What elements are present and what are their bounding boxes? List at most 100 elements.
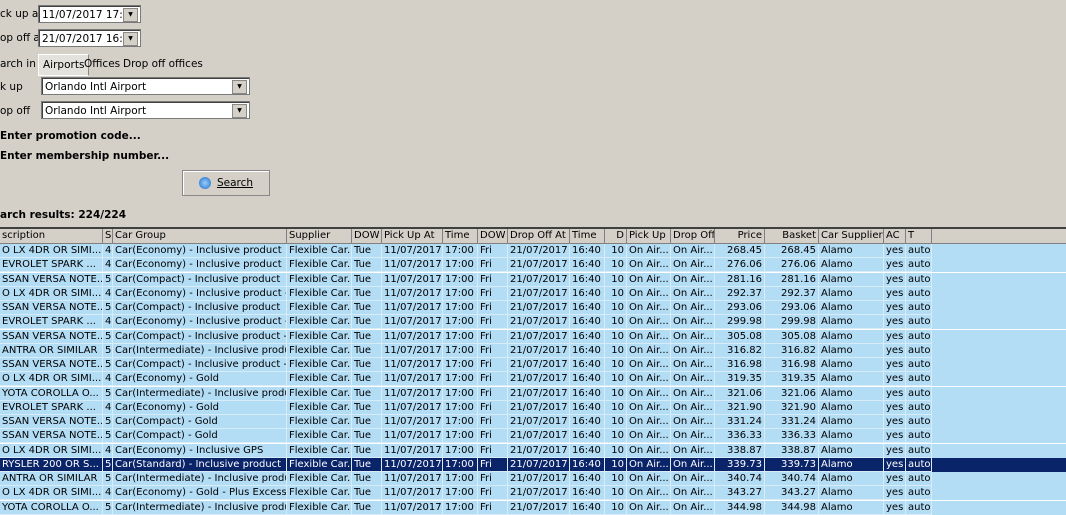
- column-header[interactable]: S: [103, 229, 113, 243]
- chevron-down-icon[interactable]: ▼: [123, 8, 138, 22]
- cell-transmission: auto: [906, 358, 932, 372]
- cell-pickup-date: 11/07/2017: [382, 443, 443, 458]
- cell-price: 268.45: [715, 244, 765, 258]
- cell-car-group: Car(Intermediate) - Inclusive product ..…: [113, 500, 287, 515]
- cell-description: RYSLER 200 OR S...: [0, 457, 103, 472]
- cell-dropoff-loc: On Air...: [671, 400, 715, 415]
- cell-transmission: auto: [906, 315, 932, 330]
- table-row[interactable]: O LX 4DR OR SIMI... 4 Car(Economy) - Inclu…: [0, 286, 1066, 301]
- cell-dropoff-date: 21/07/2017: [508, 386, 570, 401]
- table-row[interactable]: YOTA COROLLA O... 5 Car(Intermediate) - In…: [0, 500, 1066, 515]
- column-header[interactable]: D: [605, 229, 627, 243]
- cell-basket: 338.87: [765, 443, 819, 458]
- cell-pickup-date: 11/07/2017: [382, 315, 443, 330]
- chevron-down-icon[interactable]: ▼: [232, 104, 247, 118]
- cell-description: O LX 4DR OR SIMI...: [0, 486, 103, 501]
- table-row[interactable]: ANTRA OR SIMILAR 5 Car(Intermediate) - Inc…: [0, 472, 1066, 486]
- cell-dropoff-loc: On Air...: [671, 486, 715, 501]
- chevron-down-icon[interactable]: ▼: [232, 80, 247, 94]
- cell-car-supplier: Alamo: [819, 258, 884, 273]
- dropoff-datetime-field[interactable]: 21/07/2017 16:40 ▼: [38, 29, 141, 47]
- cell-dropoff-time: 16:40: [570, 500, 605, 515]
- table-row[interactable]: O LX 4DR OR SIMI... 4 Car(Economy) - Gold F…: [0, 372, 1066, 387]
- cell-dow2: Fri: [478, 386, 508, 401]
- column-header[interactable]: T: [906, 229, 932, 243]
- cell-description: O LX 4DR OR SIMI...: [0, 244, 103, 258]
- column-header[interactable]: AC: [884, 229, 906, 243]
- column-header[interactable]: Price: [715, 229, 765, 243]
- table-row[interactable]: O LX 4DR OR SIMI... 4 Car(Economy) - Inclu…: [0, 443, 1066, 458]
- cell-dow1: Tue: [352, 286, 382, 301]
- column-header[interactable]: Supplier: [287, 229, 352, 243]
- cell-ac: yes: [884, 457, 906, 472]
- column-header[interactable]: DOW: [478, 229, 508, 243]
- cell-dropoff-loc: On Air...: [671, 372, 715, 387]
- column-header[interactable]: Pick Up At: [382, 229, 443, 243]
- column-header[interactable]: scription: [0, 229, 103, 243]
- tab-offices[interactable]: Offices: [80, 54, 124, 74]
- cell-pickup-loc: On Air...: [627, 443, 671, 458]
- cell-days: 10: [605, 500, 627, 515]
- table-row[interactable]: EVROLET SPARK ... 4 Car(Economy) - Inclusi…: [0, 258, 1066, 273]
- chevron-down-icon[interactable]: ▼: [123, 32, 138, 46]
- table-row[interactable]: EVROLET SPARK ... 4 Car(Economy) - Gold Fle…: [0, 400, 1066, 415]
- cell-days: 10: [605, 244, 627, 258]
- cell-supplier: Flexible Car...: [287, 429, 352, 444]
- cell-ac: yes: [884, 272, 906, 287]
- table-row[interactable]: YOTA COROLLA O... 5 Car(Intermediate) - In…: [0, 386, 1066, 401]
- cell-price: 321.06: [715, 386, 765, 401]
- cell-pickup-loc: On Air...: [627, 500, 671, 515]
- table-row[interactable]: SSAN VERSA NOTE... 5 Car(Compact) - Inclus…: [0, 358, 1066, 372]
- table-row[interactable]: ANTRA OR SIMILAR 5 Car(Intermediate) - Inc…: [0, 343, 1066, 358]
- cell-pickup-date: 11/07/2017: [382, 415, 443, 429]
- table-row[interactable]: O LX 4DR OR SIMI... 4 Car(Economy) - Inclu…: [0, 244, 1066, 258]
- cell-description: YOTA COROLLA O...: [0, 386, 103, 401]
- cell-dropoff-date: 21/07/2017: [508, 315, 570, 330]
- cell-pickup-time: 17:00: [443, 358, 478, 372]
- column-header[interactable]: Drop Off: [671, 229, 715, 243]
- cell-days: 10: [605, 415, 627, 429]
- cell-pickup-time: 17:00: [443, 429, 478, 444]
- cell-dow1: Tue: [352, 429, 382, 444]
- cell-transmission: auto: [906, 400, 932, 415]
- table-row[interactable]: SSAN VERSA NOTE... 5 Car(Compact) - Inclus…: [0, 329, 1066, 344]
- table-row[interactable]: RYSLER 200 OR S... 5 Car(Standard) - Inclu…: [0, 457, 1066, 472]
- cell-supplier: Flexible Car...: [287, 358, 352, 372]
- pickup-datetime-field[interactable]: 11/07/2017 17:00 ▼: [38, 5, 141, 23]
- table-row[interactable]: O LX 4DR OR SIMI... 4 Car(Economy) - Gold …: [0, 486, 1066, 501]
- cell-pickup-time: 17:00: [443, 329, 478, 344]
- column-header[interactable]: DOW: [352, 229, 382, 243]
- cell-description: EVROLET SPARK ...: [0, 258, 103, 273]
- cell-pickup-date: 11/07/2017: [382, 272, 443, 287]
- table-row[interactable]: SSAN VERSA NOTE... 5 Car(Compact) - Gold Fl…: [0, 415, 1066, 429]
- cell-dow2: Fri: [478, 443, 508, 458]
- cell-dropoff-time: 16:40: [570, 343, 605, 358]
- promotion-code-link[interactable]: Enter promotion code...: [0, 130, 141, 142]
- cell-ac: yes: [884, 301, 906, 315]
- cell-dropoff-time: 16:40: [570, 429, 605, 444]
- table-row[interactable]: SSAN VERSA NOTE... 5 Car(Compact) - Inclus…: [0, 272, 1066, 287]
- column-header[interactable]: Car Group: [113, 229, 287, 243]
- column-header[interactable]: Time: [570, 229, 605, 243]
- search-button[interactable]: Search: [182, 170, 270, 196]
- cell-car-supplier: Alamo: [819, 486, 884, 501]
- cell-dropoff-time: 16:40: [570, 301, 605, 315]
- cell-dropoff-loc: On Air...: [671, 429, 715, 444]
- pickup-location-select[interactable]: Orlando Intl Airport ▼: [41, 77, 250, 95]
- cell-description: ANTRA OR SIMILAR: [0, 472, 103, 486]
- dropoff-location-select[interactable]: Orlando Intl Airport ▼: [41, 101, 250, 119]
- tab-drop-off-offices[interactable]: Drop off offices: [119, 54, 207, 74]
- table-row[interactable]: SSAN VERSA NOTE... 5 Car(Compact) - Inclus…: [0, 301, 1066, 315]
- table-row[interactable]: EVROLET SPARK ... 4 Car(Economy) - Inclusi…: [0, 315, 1066, 330]
- column-header[interactable]: Basket: [765, 229, 819, 243]
- pickup-datetime-value: 11/07/2017 17:00: [42, 9, 137, 21]
- column-header[interactable]: Time: [443, 229, 478, 243]
- cell-pickup-loc: On Air...: [627, 429, 671, 444]
- column-header[interactable]: Pick Up: [627, 229, 671, 243]
- column-header[interactable]: Drop Off At: [508, 229, 570, 243]
- column-header[interactable]: Car Supplier: [819, 229, 884, 243]
- table-row[interactable]: SSAN VERSA NOTE... 5 Car(Compact) - Gold Fl…: [0, 429, 1066, 444]
- membership-number-link[interactable]: Enter membership number...: [0, 150, 169, 162]
- cell-pickup-loc: On Air...: [627, 343, 671, 358]
- cell-price: 343.27: [715, 486, 765, 501]
